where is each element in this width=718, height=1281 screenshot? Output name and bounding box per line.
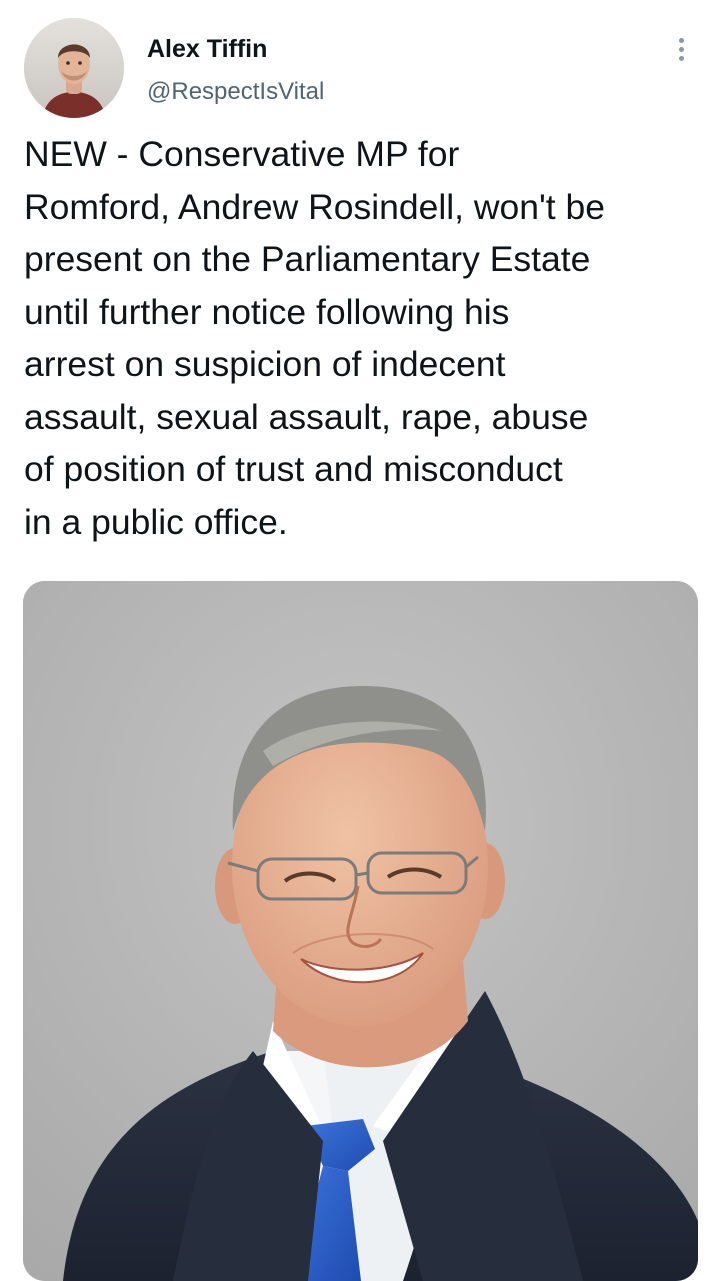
tweet-text-line: Romford, Andrew Rosindell, won't be — [24, 186, 605, 227]
author-handle[interactable]: @RespectIsVital — [147, 78, 324, 106]
tweet-text-line: of position of trust and misconduct — [24, 449, 563, 489]
more-vertical-icon[interactable] — [664, 32, 700, 68]
tweet-photo[interactable] — [23, 581, 698, 1281]
tweet-text: NEW - Conservative MP for Romford, Andre… — [24, 128, 704, 548]
tweet-text-line: until further notice following his — [24, 291, 510, 332]
author-name[interactable]: Alex Tiffin — [147, 34, 267, 64]
tweet-text-line: arrest on suspicion of indecent — [24, 344, 506, 384]
author-avatar[interactable] — [24, 18, 124, 118]
tweet-text-line: in a public office. — [24, 501, 288, 542]
tweet: Alex Tiffin @RespectIsVital NEW - Conser… — [0, 0, 718, 1281]
tweet-text-line: present on the Parliamentary Estate — [24, 239, 591, 279]
tweet-text-line: NEW - Conservative MP for — [24, 134, 460, 174]
tweet-text-line: assault, sexual assault, rape, abuse — [24, 396, 589, 437]
